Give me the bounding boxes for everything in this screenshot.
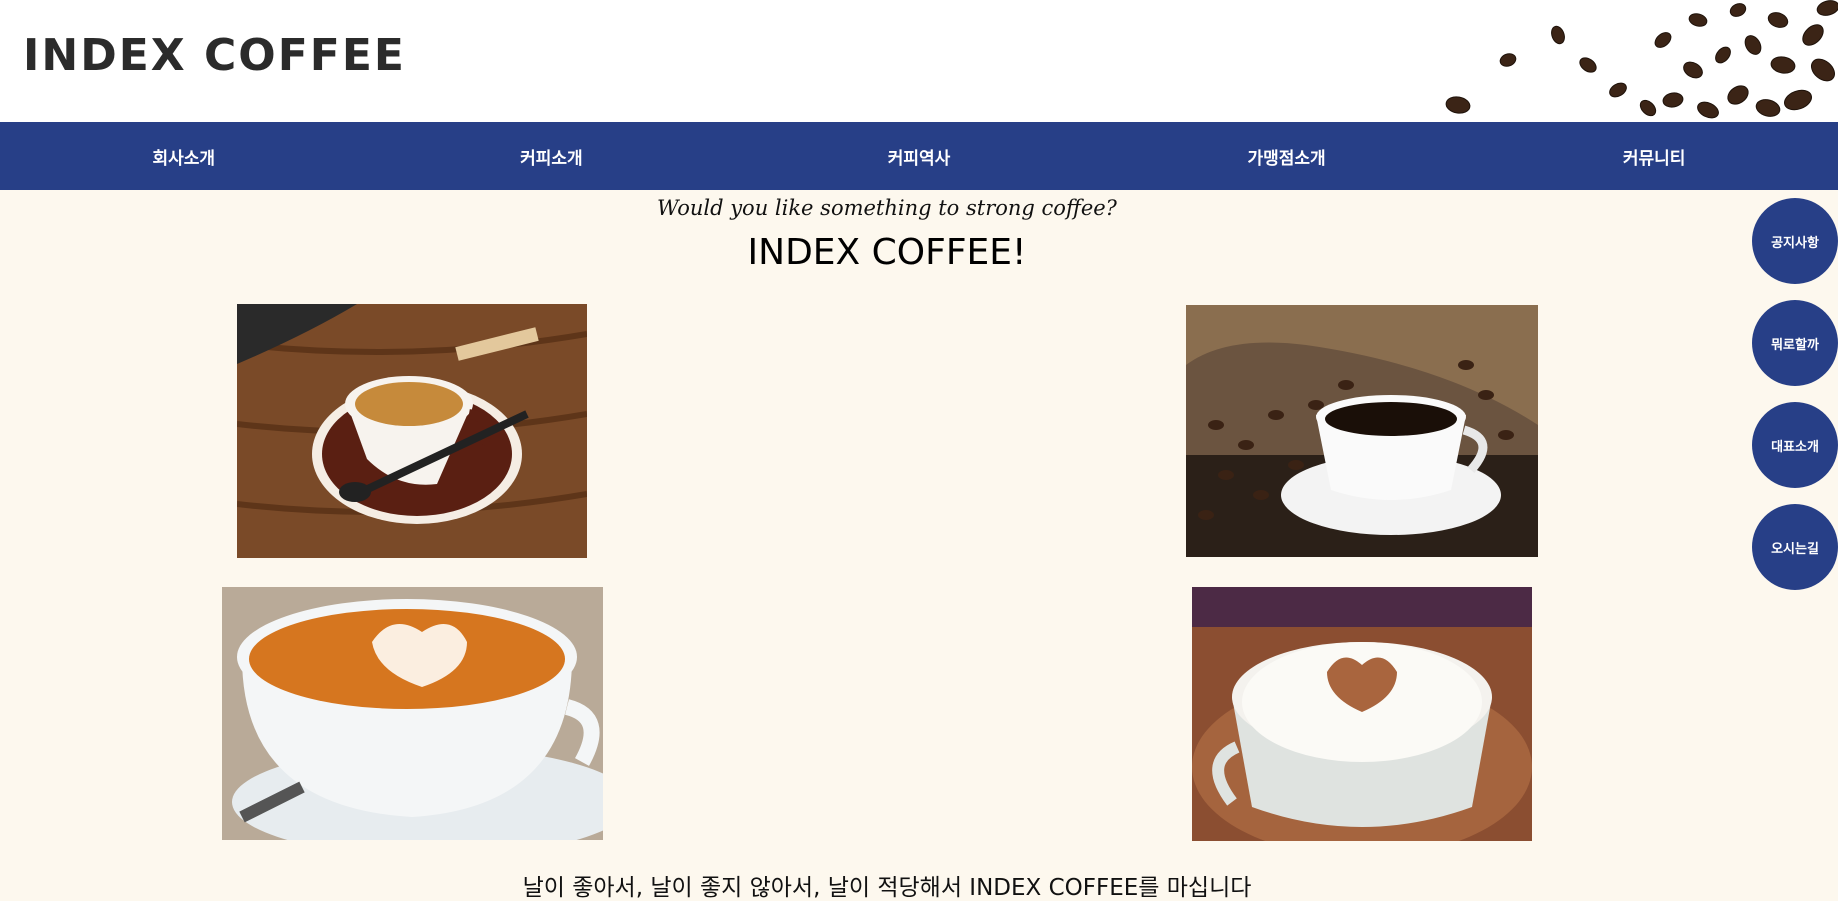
site-header: INDEX COFFEE	[0, 0, 1838, 122]
hero-tagline: Would you like something to strong coffe…	[657, 196, 1117, 220]
nav-item-community[interactable]: 커뮤니티	[1470, 122, 1838, 190]
espresso-photo	[237, 304, 587, 558]
coffee-beans-decoration	[1445, 0, 1838, 119]
footer-tagline: 날이 좋아서, 날이 좋지 않아서, 날이 적당해서 INDEX COFFEE를…	[522, 875, 1252, 901]
side-button-directions[interactable]: 오시는길	[1752, 504, 1838, 590]
site-logo[interactable]: INDEX COFFEE	[23, 34, 406, 78]
nav-item-company[interactable]: 회사소개	[0, 122, 368, 190]
nav-item-coffee-intro[interactable]: 커피소개	[368, 122, 736, 190]
side-button-ceo-intro[interactable]: 대표소개	[1752, 402, 1838, 488]
hero-headline: INDEX COFFEE!	[747, 232, 1027, 273]
side-button-notice[interactable]: 공지사항	[1752, 198, 1838, 284]
nav-item-coffee-history[interactable]: 커피역사	[735, 122, 1103, 190]
nav-item-franchise[interactable]: 가맹점소개	[1103, 122, 1471, 190]
cappuccino-photo	[1192, 587, 1532, 841]
main-nav: 회사소개 커피소개 커피역사 가맹점소개 커뮤니티	[0, 122, 1838, 190]
black-coffee-photo	[1186, 305, 1538, 557]
latte-art-photo	[222, 587, 603, 840]
side-button-what-to-order[interactable]: 뭐로할까	[1752, 300, 1838, 386]
